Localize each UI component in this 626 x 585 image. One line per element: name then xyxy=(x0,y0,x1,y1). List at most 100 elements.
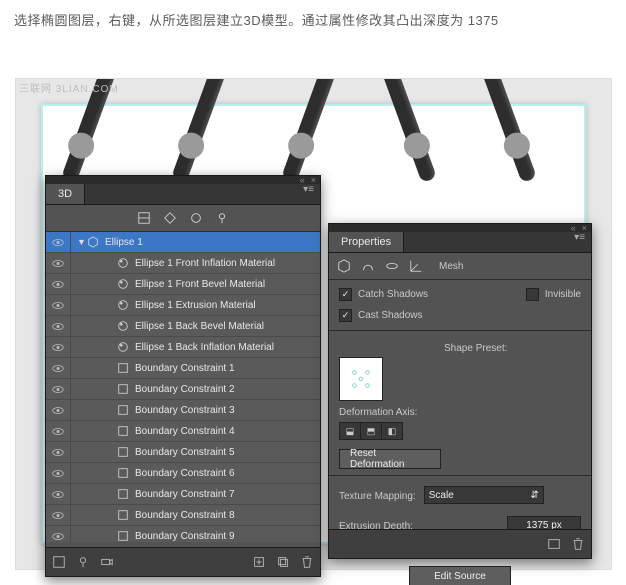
panel-3d-tabbar: 3D ▾≡ xyxy=(46,184,320,205)
visibility-toggle[interactable] xyxy=(46,337,71,357)
panel-3d: « × 3D ▾≡ ▼Ellipse 1 Ellipse 1 Front Infl… xyxy=(45,175,321,577)
visibility-toggle[interactable] xyxy=(46,379,71,399)
label-invisible: Invisible xyxy=(545,289,581,300)
trash-icon[interactable] xyxy=(571,537,585,551)
visibility-toggle[interactable] xyxy=(46,505,71,525)
layer-row[interactable]: Ellipse 1 Front Inflation Material xyxy=(46,253,320,274)
select-texture-mapping-value: Scale xyxy=(429,490,454,501)
tab-properties[interactable]: Properties xyxy=(329,232,404,252)
properties-mode-toolbar: Mesh xyxy=(329,253,591,280)
visibility-toggle[interactable] xyxy=(46,442,71,462)
label-shape-preset: Shape Preset: xyxy=(444,341,581,354)
checkbox-cast-shadows[interactable]: ✓ xyxy=(339,309,352,322)
duplicate-icon[interactable] xyxy=(276,555,290,569)
axis-z-front[interactable]: ◧ xyxy=(382,423,402,439)
layer-row[interactable]: Boundary Constraint 8 xyxy=(46,505,320,526)
edit-source-button[interactable]: Edit Source xyxy=(409,566,511,585)
label-deformation-axis: Deformation Axis: xyxy=(339,407,434,418)
shape-preset-swatch[interactable] xyxy=(339,357,383,401)
new-camera-icon[interactable] xyxy=(100,555,114,569)
layer-label: Ellipse 1 Extrusion Material xyxy=(135,300,256,311)
deform-icon[interactable] xyxy=(361,259,375,273)
label-catch-shadows: Catch Shadows xyxy=(358,289,428,300)
artwork-rod xyxy=(281,78,337,183)
filter-meshes-icon[interactable] xyxy=(163,211,177,225)
panel-properties-footer xyxy=(329,529,591,558)
visibility-toggle[interactable] xyxy=(46,253,71,273)
render-icon[interactable] xyxy=(52,555,66,569)
layer-row[interactable]: Boundary Constraint 3 xyxy=(46,400,320,421)
axis-x-front[interactable]: ⬓ xyxy=(340,423,361,439)
panel-menu-icon[interactable]: ▾≡ xyxy=(303,184,314,195)
layer-label: Boundary Constraint 2 xyxy=(135,384,235,395)
layer-label: Ellipse 1 Front Inflation Material xyxy=(135,258,275,269)
artwork-rod xyxy=(171,78,227,183)
layer-label: Ellipse 1 Front Bevel Material xyxy=(135,279,265,290)
filter-scene-icon[interactable] xyxy=(137,211,151,225)
panel-drag-handle[interactable]: « × xyxy=(329,224,591,232)
layer-label: Boundary Constraint 9 xyxy=(135,531,235,542)
layer-row[interactable]: Boundary Constraint 2 xyxy=(46,379,320,400)
twisty-icon[interactable]: ▼ xyxy=(77,237,87,247)
render-icon[interactable] xyxy=(547,537,561,551)
mesh-icon[interactable] xyxy=(337,259,351,273)
visibility-toggle[interactable] xyxy=(46,232,71,252)
panel-3d-layer-list: ▼Ellipse 1 Ellipse 1 Front Inflation Mate… xyxy=(46,232,320,542)
visibility-toggle[interactable] xyxy=(46,274,71,294)
label-cast-shadows: Cast Shadows xyxy=(358,310,422,321)
visibility-toggle[interactable] xyxy=(46,484,71,504)
layer-label: Ellipse 1 Back Inflation Material xyxy=(135,342,274,353)
layer-row[interactable]: Ellipse 1 Back Bevel Material xyxy=(46,316,320,337)
visibility-toggle[interactable] xyxy=(46,463,71,483)
tab-3d[interactable]: 3D xyxy=(46,184,85,204)
filter-lights-icon[interactable] xyxy=(215,211,229,225)
layer-row[interactable]: ▼Ellipse 1 xyxy=(46,232,320,253)
cap-icon[interactable] xyxy=(385,259,399,273)
checkbox-catch-shadows[interactable]: ✓ xyxy=(339,288,352,301)
layer-row[interactable]: Ellipse 1 Extrusion Material xyxy=(46,295,320,316)
new-light-icon[interactable] xyxy=(76,555,90,569)
layer-row[interactable]: Boundary Constraint 6 xyxy=(46,463,320,484)
layer-row[interactable]: Boundary Constraint 5 xyxy=(46,442,320,463)
layer-label: Boundary Constraint 8 xyxy=(135,510,235,521)
separator xyxy=(329,475,591,476)
checkbox-invisible[interactable] xyxy=(526,288,539,301)
properties-mode-label: Mesh xyxy=(439,261,463,272)
layer-label: Ellipse 1 Back Bevel Material xyxy=(135,321,264,332)
visibility-toggle[interactable] xyxy=(46,358,71,378)
separator xyxy=(329,330,591,331)
panel-menu-icon[interactable]: ▾≡ xyxy=(574,232,585,243)
layer-label: Boundary Constraint 6 xyxy=(135,468,235,479)
layer-label: Boundary Constraint 3 xyxy=(135,405,235,416)
axis-y-front[interactable]: ⬒ xyxy=(361,423,382,439)
layer-row[interactable]: Ellipse 1 Back Inflation Material xyxy=(46,337,320,358)
panel-3d-footer xyxy=(46,547,320,576)
layer-row[interactable]: Boundary Constraint 9 xyxy=(46,526,320,542)
artwork-rod xyxy=(381,78,437,183)
visibility-toggle[interactable] xyxy=(46,421,71,441)
reset-deformation-button[interactable]: Reset Deformation xyxy=(339,449,441,469)
visibility-toggle[interactable] xyxy=(46,295,71,315)
layer-label: Boundary Constraint 1 xyxy=(135,363,235,374)
visibility-toggle[interactable] xyxy=(46,526,71,542)
label-texture-mapping: Texture Mapping: xyxy=(339,489,416,502)
layer-row[interactable]: Boundary Constraint 7 xyxy=(46,484,320,505)
panel-drag-handle[interactable]: « × xyxy=(46,176,320,184)
layer-row[interactable]: Ellipse 1 Front Bevel Material xyxy=(46,274,320,295)
artwork-rod xyxy=(481,78,537,183)
filter-materials-icon[interactable] xyxy=(189,211,203,225)
visibility-toggle[interactable] xyxy=(46,400,71,420)
watermark: 三联网 3LIAN.COM xyxy=(19,80,119,95)
visibility-toggle[interactable] xyxy=(46,316,71,336)
panel-properties-tabbar: Properties ▾≡ xyxy=(329,232,591,253)
layer-row[interactable]: Boundary Constraint 4 xyxy=(46,421,320,442)
layer-label: Boundary Constraint 5 xyxy=(135,447,235,458)
trash-icon[interactable] xyxy=(300,555,314,569)
select-texture-mapping[interactable]: Scale ⇵ xyxy=(424,486,544,504)
deformation-axis-picker[interactable]: ⬓ ⬒ ◧ xyxy=(339,422,403,440)
layer-label: Boundary Constraint 7 xyxy=(135,489,235,500)
layer-label: Boundary Constraint 4 xyxy=(135,426,235,437)
add-icon[interactable] xyxy=(252,555,266,569)
layer-row[interactable]: Boundary Constraint 1 xyxy=(46,358,320,379)
coordinates-icon[interactable] xyxy=(409,259,423,273)
